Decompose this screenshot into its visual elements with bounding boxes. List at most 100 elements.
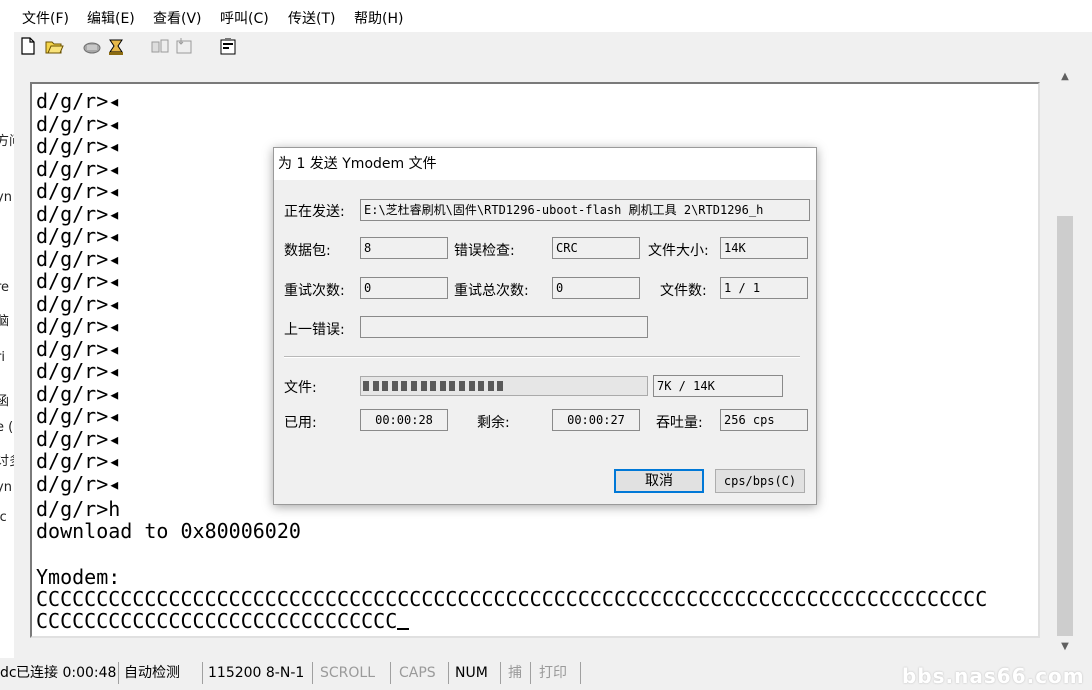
terminal-prompt-line: d/g/r>◂ xyxy=(36,336,121,361)
menu-help[interactable]: 帮助(H) xyxy=(354,8,403,28)
total-retries-label: 重试总次数: xyxy=(454,283,529,299)
receive-icon[interactable] xyxy=(174,36,194,56)
progress-block xyxy=(497,381,504,391)
file-size-label: 文件大小: xyxy=(648,243,709,259)
status-separator xyxy=(580,662,581,684)
progress-block xyxy=(382,381,389,391)
background-window-edge: 方问 yn re 脑 ri 函 e ( 讨多 yn ic xyxy=(0,60,14,660)
dialog-title: 为 1 发送 Ymodem 文件 xyxy=(274,148,816,180)
disconnect-phone-icon[interactable] xyxy=(82,36,102,56)
progress-block xyxy=(449,381,456,391)
total-retries-field: 0 xyxy=(552,277,640,299)
remaining-field: 00:00:27 xyxy=(552,409,640,431)
cps-bps-button[interactable]: cps/bps(C) xyxy=(715,469,805,493)
send-icon[interactable] xyxy=(150,36,170,56)
file-size-field: 14K xyxy=(720,237,808,259)
terminal-prompt-line: d/g/r>◂ xyxy=(36,89,121,113)
scroll-up-icon[interactable]: ▲ xyxy=(1055,68,1075,86)
terminal-prompt-line: d/g/r>◂ xyxy=(36,314,121,338)
text-cursor xyxy=(397,628,410,630)
status-caps: CAPS xyxy=(399,665,436,681)
status-separator xyxy=(530,662,531,684)
retries-label: 重试次数: xyxy=(284,283,345,299)
terminal-c-text: CCCCCCCCCCCCCCCCCCCCCCCCCCCCCC xyxy=(36,609,398,633)
progress-text-field: 7K / 14K xyxy=(653,375,783,397)
status-separator xyxy=(202,662,203,684)
bg-text-fragment: re xyxy=(0,280,10,295)
bg-text-fragment: e ( xyxy=(0,420,14,435)
progress-block xyxy=(372,381,379,391)
terminal-prompt-line: d/g/r>◂ xyxy=(36,359,121,383)
terminal-prompt-line: d/g/r>◂ xyxy=(36,201,121,226)
terminal-prompt-line: d/g/r>◂ xyxy=(36,111,121,136)
bg-text-fragment: 脑 xyxy=(0,314,10,329)
sending-label: 正在发送: xyxy=(284,204,345,220)
menu-transfer[interactable]: 传送(T) xyxy=(288,8,335,28)
throughput-label: 吞吐量: xyxy=(656,415,703,431)
last-error-label: 上一错误: xyxy=(284,322,345,338)
status-separator xyxy=(448,662,449,684)
progress-block xyxy=(487,381,494,391)
scrollbar-thumb[interactable] xyxy=(1057,216,1073,636)
terminal-line-h: d/g/r>h xyxy=(36,497,121,521)
bg-text-fragment: ri xyxy=(0,350,5,365)
menu-call[interactable]: 呼叫(C) xyxy=(220,8,269,28)
vertical-scrollbar[interactable]: ▲ ▼ xyxy=(1055,66,1075,658)
dialog-divider xyxy=(284,356,800,358)
status-connection: 已连接 0:00:48 xyxy=(16,665,117,681)
elapsed-label: 已用: xyxy=(284,415,317,431)
menu-view[interactable]: 查看(V) xyxy=(153,8,202,28)
status-num: NUM xyxy=(455,665,488,681)
packet-field: 8 xyxy=(360,237,448,259)
retries-field: 0 xyxy=(360,277,448,299)
progress-block xyxy=(420,381,427,391)
terminal-prompt-line: d/g/r>◂ xyxy=(36,156,121,181)
terminal-c-line-1: CCCCCCCCCCCCCCCCCCCCCCCCCCCCCCCCCCCCCCCC… xyxy=(36,587,988,611)
progress-block xyxy=(430,381,437,391)
new-file-icon[interactable] xyxy=(18,36,38,56)
bg-text-fragment: yn xyxy=(0,190,12,205)
menu-file[interactable]: 文件(F) xyxy=(22,8,69,28)
packet-label: 数据包: xyxy=(284,243,331,259)
menu-bar: 文件(F) 编辑(E) 查看(V) 呼叫(C) 传送(T) 帮助(H) xyxy=(0,0,1092,32)
last-error-field xyxy=(360,316,648,338)
menu-edit[interactable]: 编辑(E) xyxy=(87,8,135,28)
scroll-down-icon[interactable]: ▼ xyxy=(1055,638,1075,656)
properties-icon[interactable] xyxy=(218,36,238,56)
elapsed-field: 00:00:28 xyxy=(360,409,448,431)
open-folder-icon[interactable] xyxy=(44,36,64,56)
connect-phone-icon[interactable] xyxy=(106,36,126,56)
status-separator xyxy=(312,662,313,684)
file-progress-label: 文件: xyxy=(284,380,317,396)
terminal-prompt-line: d/g/r>◂ xyxy=(36,224,121,248)
terminal-prompt-line: d/g/r>◂ xyxy=(36,381,121,406)
terminal-prompt-line: d/g/r>◂ xyxy=(36,269,121,293)
terminal-prompt-line: d/g/r>◂ xyxy=(36,471,121,496)
throughput-field: 256 cps xyxy=(720,409,808,431)
file-count-label: 文件数: xyxy=(660,283,707,299)
sending-file-field: E:\芝杜睿刷机\固件\RTD1296-uboot-flash 刷机工具 2\R… xyxy=(360,199,810,221)
status-scroll: SCROLL xyxy=(320,665,376,681)
status-separator xyxy=(390,662,391,684)
bg-text-fragment: ic xyxy=(0,510,7,525)
status-left-fragment: dc xyxy=(0,665,17,681)
file-count-field: 1 / 1 xyxy=(720,277,808,299)
terminal-prompt-line: d/g/r>◂ xyxy=(36,404,121,428)
error-check-label: 错误检查: xyxy=(454,243,515,259)
error-check-field: CRC xyxy=(552,237,640,259)
status-port-settings: 115200 8-N-1 xyxy=(208,665,305,681)
terminal-prompt-line: d/g/r>◂ xyxy=(36,449,121,473)
terminal-prompt-line: d/g/r>◂ xyxy=(36,426,121,451)
remaining-label: 剩余: xyxy=(477,415,510,431)
progress-block xyxy=(363,381,369,391)
progress-block xyxy=(391,381,398,391)
status-separator xyxy=(500,662,501,684)
file-progress-bar xyxy=(360,376,648,396)
cancel-button[interactable]: 取消 xyxy=(614,469,704,493)
progress-block xyxy=(411,381,417,391)
terminal-prompt-line: d/g/r>◂ xyxy=(36,291,121,316)
status-print: 打印 xyxy=(539,665,567,681)
progress-block xyxy=(459,381,465,391)
progress-block xyxy=(439,381,446,391)
bg-text-fragment: 方问 xyxy=(0,134,14,149)
